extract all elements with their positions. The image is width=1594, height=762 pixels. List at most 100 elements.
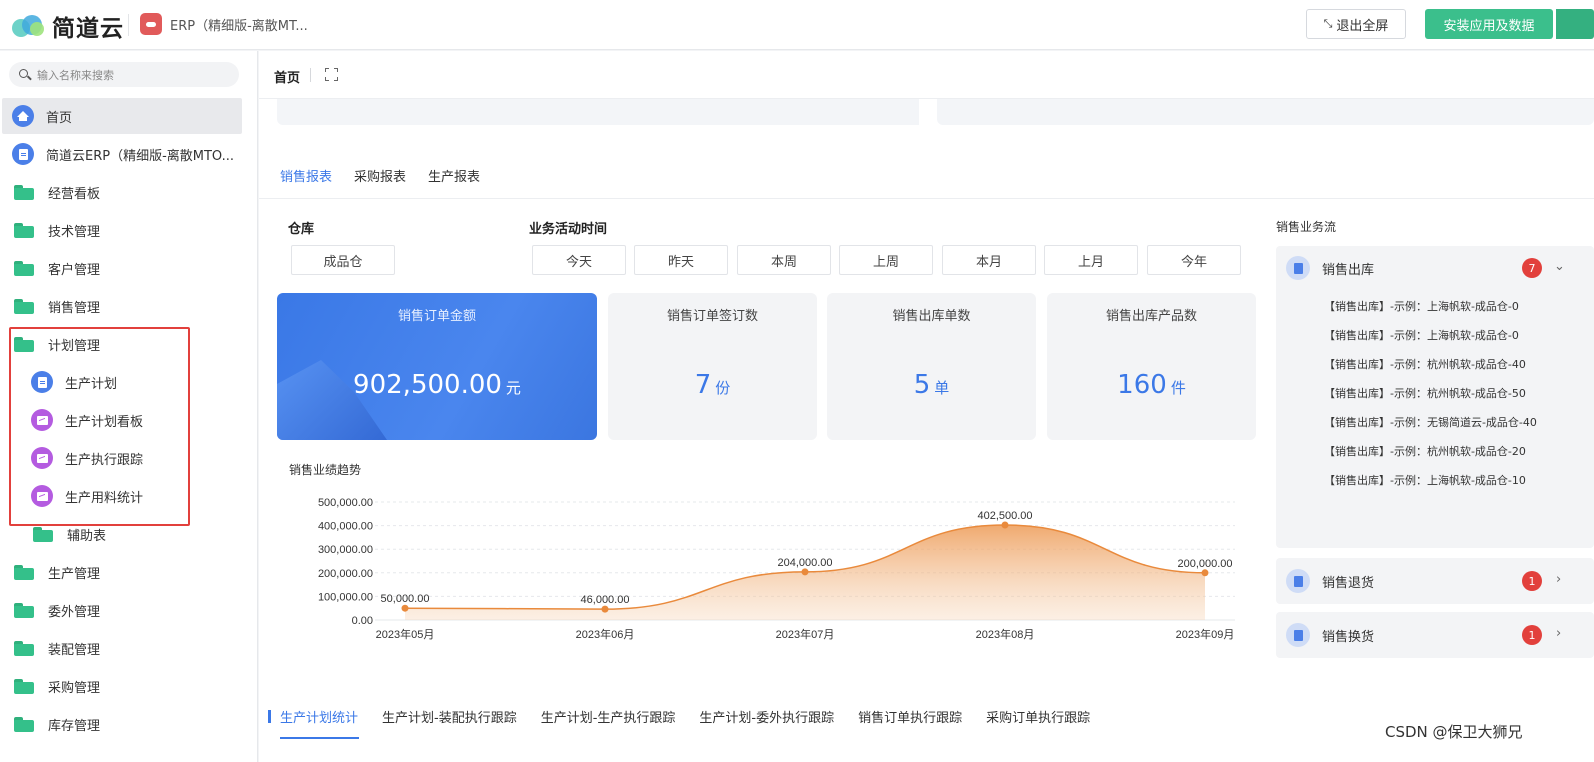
sidebar-item-label: 生产管理 <box>48 566 101 582</box>
fullscreen-icon[interactable] <box>325 68 338 81</box>
count-badge: 1 <box>1522 625 1542 645</box>
search-icon <box>19 68 32 81</box>
count-badge: 7 <box>1522 258 1542 278</box>
document-icon <box>1286 256 1310 280</box>
home-icon <box>12 105 34 127</box>
sidebar-item-outsourcing[interactable]: 委外管理 <box>2 592 242 628</box>
folder-icon <box>33 526 53 542</box>
flow-item[interactable]: 【销售出库】-示例：无锡简道云-成品仓-40 <box>1324 408 1537 437</box>
folder-icon <box>14 184 34 200</box>
active-tab-underline <box>280 737 359 739</box>
sidebar-item-business-board[interactable]: 经营看板 <box>2 174 242 210</box>
flow-group-header[interactable]: 销售出库 <box>1286 256 1374 280</box>
sidebar-item-label: 客户管理 <box>48 262 101 278</box>
count-badge: 1 <box>1522 571 1542 591</box>
sidebar-item-label: 首页 <box>46 110 73 126</box>
tab-purchase-order-tracking[interactable]: 采购订单执行跟踪 <box>986 707 1090 726</box>
install-dropdown-button[interactable] <box>1555 9 1594 39</box>
breadcrumb-home[interactable]: 首页 <box>274 67 300 86</box>
sidebar-item-sales[interactable]: 销售管理 <box>2 288 242 324</box>
sidebar-item-label: 采购管理 <box>48 680 101 696</box>
folder-icon <box>14 640 34 656</box>
sidebar-item-label: 辅助表 <box>67 528 107 544</box>
exit-fullscreen-button[interactable]: ⤡ 退出全屏 <box>1306 9 1406 39</box>
sidebar-item-label: 技术管理 <box>48 224 101 240</box>
app-logo[interactable]: 简道云 <box>12 9 124 43</box>
highlight-annotation-box <box>9 327 190 526</box>
folder-icon <box>14 222 34 238</box>
flow-group-return[interactable]: 销售退货 1 › <box>1276 558 1594 604</box>
chevron-down-icon[interactable]: ⌄ <box>1554 259 1565 274</box>
sidebar-item-label: 销售管理 <box>48 300 101 316</box>
chevron-right-icon[interactable]: › <box>1556 572 1561 587</box>
folder-icon <box>14 564 34 580</box>
y-tick-label: 300,000.00 <box>318 544 373 556</box>
search-input[interactable]: 输入名称来搜索 <box>9 62 239 87</box>
sidebar-item-label: 委外管理 <box>48 604 101 620</box>
top-bar: 简道云 ERP（精细版-离散MT... ⤡ 退出全屏 安装应用及数据 <box>0 0 1594 50</box>
watermark: CSDN @保卫大狮兄 <box>1385 723 1523 741</box>
tab-production-tracking[interactable]: 生产计划-生产执行跟踪 <box>541 707 676 726</box>
tab-sales-order-tracking[interactable]: 销售订单执行跟踪 <box>858 707 962 726</box>
sidebar-item-production[interactable]: 生产管理 <box>2 554 242 590</box>
flow-item[interactable]: 【销售出库】-示例：杭州帆软-成品仓-40 <box>1324 350 1537 379</box>
sidebar-item-label: 简道云ERP（精细版-离散MTO... <box>46 148 235 164</box>
folder-icon <box>14 678 34 694</box>
chevron-right-icon[interactable]: › <box>1556 626 1561 641</box>
y-tick-label: 400,000.00 <box>318 521 373 533</box>
sales-report-section: 销售报表 采购报表 生产报表 仓库 成品仓 业务活动时间 今天 昨天 本周 上周… <box>259 151 1594 747</box>
flow-group-name: 销售退货 <box>1322 575 1375 591</box>
main-content: 首页 销售报表 采购报表 生产报表 仓库 成品仓 业务活动时间 今天 昨天 本周… <box>259 51 1594 762</box>
flow-item-list: 【销售出库】-示例：上海帆软-成品仓-0 【销售出库】-示例：上海帆软-成品仓-… <box>1324 292 1537 495</box>
tab-assembly-tracking[interactable]: 生产计划-装配执行跟踪 <box>382 707 517 726</box>
x-tick-label: 2023年06月 <box>576 627 635 641</box>
flow-group-name: 销售换货 <box>1322 629 1375 645</box>
sidebar-item-purchasing[interactable]: 采购管理 <box>2 668 242 704</box>
sidebar-item-label: 经营看板 <box>48 186 101 202</box>
flow-item[interactable]: 【销售出库】-示例：上海帆软-成品仓-0 <box>1324 292 1537 321</box>
sidebar: 输入名称来搜索 首页 简道云ERP（精细版-离散MTO... 经营看板 技术管理… <box>0 51 258 762</box>
tab-outsourcing-tracking[interactable]: 生产计划-委外执行跟踪 <box>699 707 834 726</box>
folder-icon <box>14 602 34 618</box>
data-point <box>401 604 409 612</box>
y-tick-label: 200,000.00 <box>318 568 373 580</box>
data-label: 46,000.00 <box>581 594 630 606</box>
y-tick-label: 500,000.00 <box>318 497 373 509</box>
flow-item[interactable]: 【销售出库】-示例：杭州帆软-成品仓-20 <box>1324 437 1537 466</box>
sidebar-item-inventory[interactable]: 库存管理 <box>2 706 242 742</box>
y-tick-label: 0.00 <box>352 615 373 627</box>
data-label: 204,000.00 <box>777 557 832 569</box>
bottom-tabs: 生产计划统计 生产计划-装配执行跟踪 生产计划-生产执行跟踪 生产计划-委外执行… <box>280 707 1090 726</box>
sidebar-item-customer[interactable]: 客户管理 <box>2 250 242 286</box>
breadcrumb: 首页 <box>259 51 1594 99</box>
data-point <box>1001 521 1009 529</box>
data-label: 50,000.00 <box>381 593 430 605</box>
data-label: 200,000.00 <box>1177 558 1232 570</box>
sales-trend-chart: 0.00 100,000.00 200,000.00 300,000.00 400,00… <box>318 497 1235 641</box>
flow-group-exchange[interactable]: 销售换货 1 › <box>1276 612 1594 658</box>
exit-fullscreen-label: 退出全屏 <box>1336 18 1389 34</box>
search-placeholder: 输入名称来搜索 <box>37 68 114 82</box>
app-tab[interactable]: ERP（精细版-离散MT... <box>140 13 308 35</box>
sidebar-item-label: 库存管理 <box>48 718 101 734</box>
collapse-icon: ⤡ <box>1323 17 1333 30</box>
x-tick-label: 2023年05月 <box>376 627 435 641</box>
sidebar-item-erp-app[interactable]: 简道云ERP（精细版-离散MTO... <box>2 136 242 172</box>
y-tick-label: 100,000.00 <box>318 591 373 603</box>
install-app-button[interactable]: 安装应用及数据 <box>1425 9 1553 39</box>
sales-flow-title: 销售业务流 <box>1276 220 1337 234</box>
x-tick-label: 2023年09月 <box>1176 627 1235 641</box>
sidebar-item-home[interactable]: 首页 <box>2 98 242 134</box>
sidebar-item-assembly[interactable]: 装配管理 <box>2 630 242 666</box>
document-icon <box>1286 569 1310 593</box>
form-icon <box>12 143 34 165</box>
x-tick-label: 2023年07月 <box>776 627 835 641</box>
data-point <box>1201 569 1209 577</box>
data-point <box>801 568 809 576</box>
flow-item[interactable]: 【销售出库】-示例：上海帆软-成品仓-10 <box>1324 466 1537 495</box>
sidebar-item-label: 装配管理 <box>48 642 101 658</box>
flow-item[interactable]: 【销售出库】-示例：杭州帆软-成品仓-50 <box>1324 379 1537 408</box>
tab-production-plan-stats[interactable]: 生产计划统计 <box>280 707 358 726</box>
flow-item[interactable]: 【销售出库】-示例：上海帆软-成品仓-0 <box>1324 321 1537 350</box>
sidebar-item-tech[interactable]: 技术管理 <box>2 212 242 248</box>
